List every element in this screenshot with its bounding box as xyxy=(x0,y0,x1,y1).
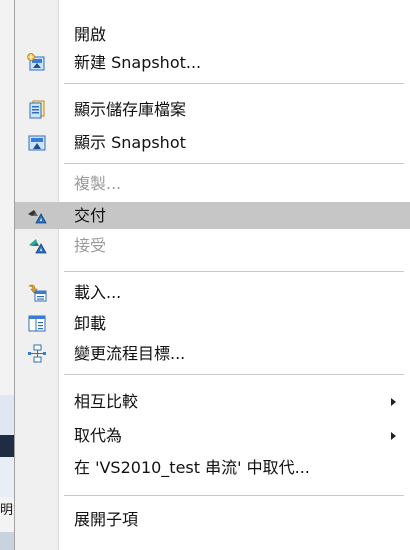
menu-item-show-snapshot[interactable]: 顯示 Snapshot xyxy=(15,129,410,156)
snapshot-icon xyxy=(27,133,47,152)
menu-item-unload[interactable]: 卸載 xyxy=(15,310,410,337)
menu-item-label: 交付 xyxy=(74,206,107,225)
menu-item-replace-in-stream[interactable]: 在 'VS2010_test 串流' 中取代... xyxy=(15,454,410,481)
menu-item-label: 開啟 xyxy=(74,25,107,44)
menu-item-label: 新建 Snapshot... xyxy=(74,53,202,72)
deliver-icon xyxy=(27,206,47,225)
menu-separator xyxy=(64,83,404,85)
menu-item-replace-with[interactable]: 取代為 xyxy=(15,422,410,449)
menu-item-label: 取代為 xyxy=(74,426,123,445)
submenu-arrow-icon xyxy=(391,432,396,440)
repository-files-icon xyxy=(27,100,47,119)
accept-icon xyxy=(27,236,47,255)
menu-item-deliver[interactable]: 交付 xyxy=(15,202,410,229)
submenu-arrow-icon xyxy=(391,398,396,406)
menu-item-compare-with[interactable]: 相互比較 xyxy=(15,388,410,415)
menu-item-label: 變更流程目標... xyxy=(74,344,186,363)
change-flow-target-icon xyxy=(27,344,47,363)
menu-item-label: 卸載 xyxy=(74,314,107,333)
menu-separator xyxy=(64,163,404,165)
menu-item-load[interactable]: 載入... xyxy=(15,279,410,306)
menu-item-label: 接受 xyxy=(74,236,107,255)
menu-item-label: 載入... xyxy=(74,283,122,302)
menu-item-label: 顯示 Snapshot xyxy=(74,133,186,152)
menu-item-show-repository-files[interactable]: 顯示儲存庫檔案 xyxy=(15,96,410,123)
menu-item-open[interactable]: 開啟 xyxy=(15,21,410,48)
menu-item-label: 複製... xyxy=(74,174,122,193)
menu-item-label: 展開子項 xyxy=(74,510,139,529)
menu-item-new-snapshot[interactable]: 新建 Snapshot... xyxy=(15,49,410,76)
menu-item-label: 在 'VS2010_test 串流' 中取代... xyxy=(74,458,310,477)
menu-item-change-flow-target[interactable]: 變更流程目標... xyxy=(15,340,410,367)
context-menu: 開啟 新建 Snapshot... 顯示儲存庫檔案 顯示 Snapshot 複製… xyxy=(14,0,410,550)
menu-item-accept[interactable]: 接受 xyxy=(15,232,410,259)
new-snapshot-icon xyxy=(27,53,47,72)
unload-icon xyxy=(27,314,47,333)
menu-item-copy[interactable]: 複製... xyxy=(15,170,410,197)
menu-item-label: 相互比較 xyxy=(74,392,139,411)
menu-separator xyxy=(64,495,404,497)
menu-item-label: 顯示儲存庫檔案 xyxy=(74,100,187,119)
menu-item-expand-children[interactable]: 展開子項 xyxy=(15,506,410,533)
menu-separator xyxy=(64,374,404,376)
load-icon xyxy=(27,283,47,302)
menu-separator xyxy=(64,271,404,273)
